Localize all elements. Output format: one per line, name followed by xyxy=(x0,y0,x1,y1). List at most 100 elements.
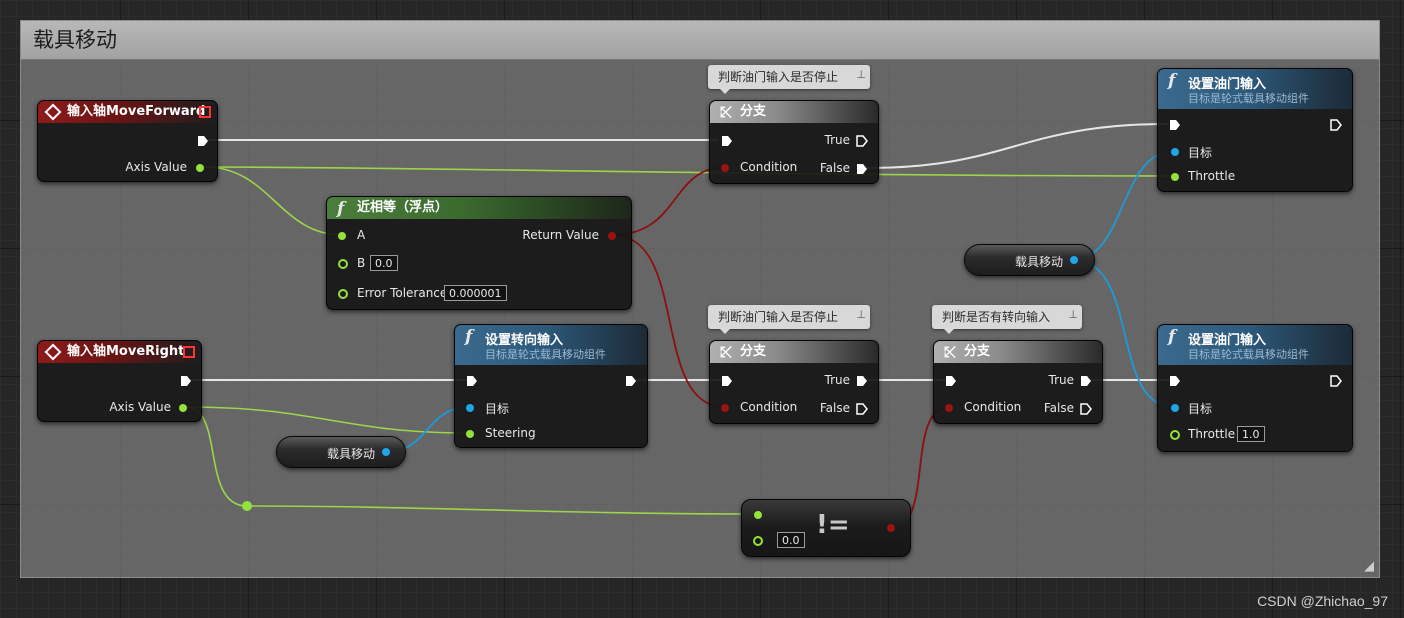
node-header[interactable]: 输入轴MoveForward xyxy=(38,101,217,123)
watermark: CSDN @Zhichao_97 xyxy=(1257,593,1388,609)
node-title: 输入轴MoveForward xyxy=(67,104,206,119)
event-diamond-icon xyxy=(44,343,62,361)
target-pin[interactable] xyxy=(466,404,474,412)
wire-axis-forward-throttle1 xyxy=(204,166,1177,177)
b-value-field[interactable]: 0.0 xyxy=(777,532,805,548)
error-tolerance-field[interactable]: 0.000001 xyxy=(444,285,507,301)
move-forward-event-node[interactable]: 输入轴MoveForward Axis Value xyxy=(37,100,218,182)
steering-pin[interactable] xyxy=(466,430,474,438)
true-label: True xyxy=(824,133,851,147)
node-header[interactable]: f 设置油门输入 目标是轮式载具移动组件 xyxy=(1158,69,1352,109)
throttle-label: Throttle xyxy=(1188,169,1236,183)
exec-in-pin[interactable] xyxy=(1169,119,1181,131)
set-steering-node[interactable]: f 设置转向输入 目标是轮式载具移动组件 目标 Steering xyxy=(454,324,648,448)
wire-reroute-notequal xyxy=(246,505,758,515)
node-header[interactable]: ⤪ 分支 xyxy=(710,101,878,123)
true-label: True xyxy=(824,373,851,387)
exec-in-pin[interactable] xyxy=(721,135,733,147)
comment-bubble[interactable]: 判断是否有转向输入 ⊥ xyxy=(932,303,1082,334)
exec-out-pin[interactable] xyxy=(197,135,209,147)
true-exec-pin[interactable] xyxy=(856,375,868,387)
false-exec-pin[interactable] xyxy=(856,403,868,415)
condition-label: Condition xyxy=(740,400,798,414)
exec-in-pin[interactable] xyxy=(945,375,957,387)
branch-node-3[interactable]: ⤪ 分支 True Condition False xyxy=(933,340,1103,424)
node-header[interactable]: ⤪ 分支 xyxy=(710,341,878,363)
comment-bubble[interactable]: 判断油门输入是否停止 ⊥ xyxy=(708,63,870,94)
branch-icon: ⤪ xyxy=(720,103,733,121)
throttle-pin[interactable] xyxy=(1170,430,1180,440)
nearly-equal-node[interactable]: f 近相等（浮点） A Return Value B 0.0 Error Tol… xyxy=(326,196,632,310)
variable-label: 载具移动 xyxy=(1015,255,1064,269)
result-pin[interactable] xyxy=(887,524,895,532)
node-header[interactable]: f 设置转向输入 目标是轮式载具移动组件 xyxy=(455,325,647,365)
condition-pin[interactable] xyxy=(721,404,729,412)
vehicle-movement-variable[interactable]: 载具移动 xyxy=(964,244,1095,276)
pin-comment-icon[interactable]: ⊥ xyxy=(1068,303,1078,327)
wire-axis-forward-nearlyequal xyxy=(204,166,343,236)
set-throttle-node-2[interactable]: f 设置油门输入 目标是轮式载具移动组件 目标 Throttle 1.0 xyxy=(1157,324,1353,452)
not-equal-operator: != xyxy=(816,510,850,540)
condition-pin[interactable] xyxy=(945,404,953,412)
set-throttle-node-1[interactable]: f 设置油门输入 目标是轮式载具移动组件 目标 Throttle xyxy=(1157,68,1353,192)
target-pin[interactable] xyxy=(1171,148,1179,156)
false-label: False xyxy=(819,161,850,175)
exec-out-pin[interactable] xyxy=(625,375,637,387)
target-pin[interactable] xyxy=(1171,404,1179,412)
target-label: 目标 xyxy=(1188,402,1213,416)
comment-text: 判断油门输入是否停止 xyxy=(718,70,839,84)
node-header[interactable]: 输入轴MoveRight xyxy=(38,341,201,363)
function-icon: f xyxy=(337,199,345,219)
return-value-label: Return Value xyxy=(522,228,599,242)
node-header[interactable]: f 近相等（浮点） xyxy=(327,197,631,219)
not-equal-node[interactable]: 0.0 != xyxy=(741,499,911,557)
node-title: 分支 xyxy=(740,344,767,359)
pin-comment-icon[interactable]: ⊥ xyxy=(856,303,866,327)
exec-in-pin[interactable] xyxy=(466,375,478,387)
throttle-label: Throttle xyxy=(1188,427,1236,441)
move-right-event-node[interactable]: 输入轴MoveRight Axis Value xyxy=(37,340,202,422)
exec-out-pin[interactable] xyxy=(1330,375,1342,387)
exec-out-pin[interactable] xyxy=(1330,119,1342,131)
a-pin[interactable] xyxy=(754,511,762,519)
variable-output-pin[interactable] xyxy=(1070,256,1078,264)
a-pin[interactable] xyxy=(338,232,346,240)
exec-out-pin[interactable] xyxy=(180,375,192,387)
a-label: A xyxy=(357,228,366,242)
b-value-field[interactable]: 0.0 xyxy=(370,255,398,271)
variable-output-pin[interactable] xyxy=(382,448,390,456)
true-exec-pin[interactable] xyxy=(856,135,868,147)
b-label: B xyxy=(357,256,366,270)
b-pin[interactable] xyxy=(753,536,763,546)
true-exec-pin[interactable] xyxy=(1080,375,1092,387)
branch-node-2[interactable]: ⤪ 分支 True Condition False xyxy=(709,340,879,424)
stop-icon[interactable] xyxy=(199,106,211,118)
stop-icon[interactable] xyxy=(183,346,195,358)
pin-comment-icon[interactable]: ⊥ xyxy=(856,63,866,87)
node-title: 分支 xyxy=(740,104,767,119)
branch-icon: ⤪ xyxy=(944,343,957,361)
comment-bubble[interactable]: 判断油门输入是否停止 ⊥ xyxy=(708,303,870,334)
node-title: 分支 xyxy=(964,344,991,359)
error-tolerance-pin[interactable] xyxy=(338,289,348,299)
condition-pin[interactable] xyxy=(721,164,729,172)
exec-in-pin[interactable] xyxy=(1169,375,1181,387)
axis-value-pin[interactable] xyxy=(196,164,204,172)
false-exec-pin[interactable] xyxy=(856,163,868,175)
throttle-value-field[interactable]: 1.0 xyxy=(1237,426,1265,442)
exec-in-pin[interactable] xyxy=(721,375,733,387)
b-pin[interactable] xyxy=(338,259,348,269)
node-header[interactable]: ⤪ 分支 xyxy=(934,341,1102,363)
axis-value-label: Axis Value xyxy=(125,160,187,174)
node-subtitle: 目标是轮式载具移动组件 xyxy=(485,348,606,361)
node-header[interactable]: f 设置油门输入 目标是轮式载具移动组件 xyxy=(1158,325,1352,365)
axis-value-pin[interactable] xyxy=(179,404,187,412)
reroute-node[interactable] xyxy=(242,501,252,511)
branch-node-1[interactable]: ⤪ 分支 True Condition False xyxy=(709,100,879,184)
vehicle-movement-variable[interactable]: 载具移动 xyxy=(276,436,406,468)
throttle-pin[interactable] xyxy=(1171,173,1179,181)
return-value-pin[interactable] xyxy=(608,232,616,240)
false-exec-pin[interactable] xyxy=(1080,403,1092,415)
variable-label: 载具移动 xyxy=(327,447,376,461)
axis-value-label: Axis Value xyxy=(109,400,171,414)
